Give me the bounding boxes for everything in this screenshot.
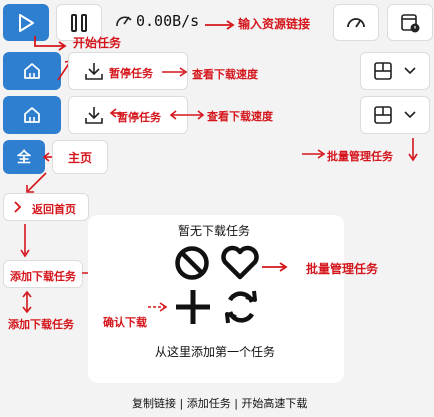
arrow-both-icon — [169, 110, 205, 120]
speed-icon — [115, 12, 133, 34]
gauge-icon — [347, 17, 365, 27]
home-tab[interactable]: 主页 — [52, 140, 108, 174]
ban-icon — [175, 246, 209, 280]
arrow-right-icon — [148, 302, 168, 312]
heart-icon — [221, 245, 259, 280]
add-task-button[interactable]: 添加下载任务 — [3, 260, 83, 288]
layout-dropdown-2[interactable] — [360, 96, 430, 134]
chevron-down-icon — [404, 111, 416, 119]
home-button[interactable] — [3, 52, 61, 90]
arrow-right-icon — [262, 262, 288, 272]
layout-icon — [374, 62, 392, 80]
speed-limit-button[interactable] — [333, 4, 379, 41]
arrow-updown-icon — [22, 290, 32, 314]
annotation-back-home: 返回首页 — [32, 203, 76, 216]
download-icon — [85, 63, 103, 80]
annotation-view-speed-1: 查看下载速度 — [192, 68, 258, 81]
arrow-right-icon — [162, 67, 188, 77]
annotation-batch-manage-2: 批量管理任务 — [306, 262, 379, 276]
all-tasks-button[interactable]: 全 — [3, 140, 45, 174]
empty-state-title: 暂无下载任务 — [178, 224, 251, 238]
layout-icon — [374, 106, 392, 124]
arrow-down-icon — [408, 138, 418, 162]
arrow-right-icon — [205, 20, 235, 30]
chevron-down-icon — [404, 67, 416, 75]
annotation-start-task: 开始任务 — [73, 36, 122, 50]
footer-text: 复制链接 | 添加任务 | 开始高速下载 — [132, 397, 308, 410]
refresh-icon[interactable] — [222, 288, 260, 326]
annotation-add-task-1: 添加下载任务 — [10, 270, 76, 283]
arrow-right-icon — [302, 149, 326, 159]
annotation-add-task-2: 添加下载任务 — [8, 318, 74, 331]
annotation-view-speed-2: 查看下载速度 — [207, 110, 273, 123]
annotation-input-link: 输入资源链接 — [238, 17, 311, 31]
calendar-clock-icon — [401, 13, 420, 32]
annotation-pause-task-1: 暂停任务 — [109, 67, 153, 80]
schedule-button[interactable] — [387, 4, 433, 41]
home-button-2[interactable] — [3, 96, 61, 134]
annotation-confirm-download: 确认下载 — [103, 316, 147, 329]
layout-dropdown-1[interactable] — [360, 52, 430, 90]
play-icon — [19, 13, 34, 32]
speed-readout: 0.00B/s — [136, 12, 200, 30]
annotation-batch-manage-1: 批量管理任务 — [327, 150, 393, 163]
pause-icon — [71, 13, 87, 32]
empty-state-subtitle: 从这里添加第一个任务 — [155, 345, 276, 359]
arrow-down-icon — [20, 224, 30, 258]
home-icon — [24, 63, 40, 79]
arrow-left-icon — [109, 108, 124, 118]
arrow-down-left-icon — [26, 172, 47, 193]
home-icon — [24, 107, 40, 123]
back-home-button[interactable]: 返回首页 — [3, 193, 89, 221]
download-icon — [85, 107, 103, 124]
plus-icon[interactable] — [174, 288, 212, 326]
chevron-right-icon — [14, 201, 22, 213]
